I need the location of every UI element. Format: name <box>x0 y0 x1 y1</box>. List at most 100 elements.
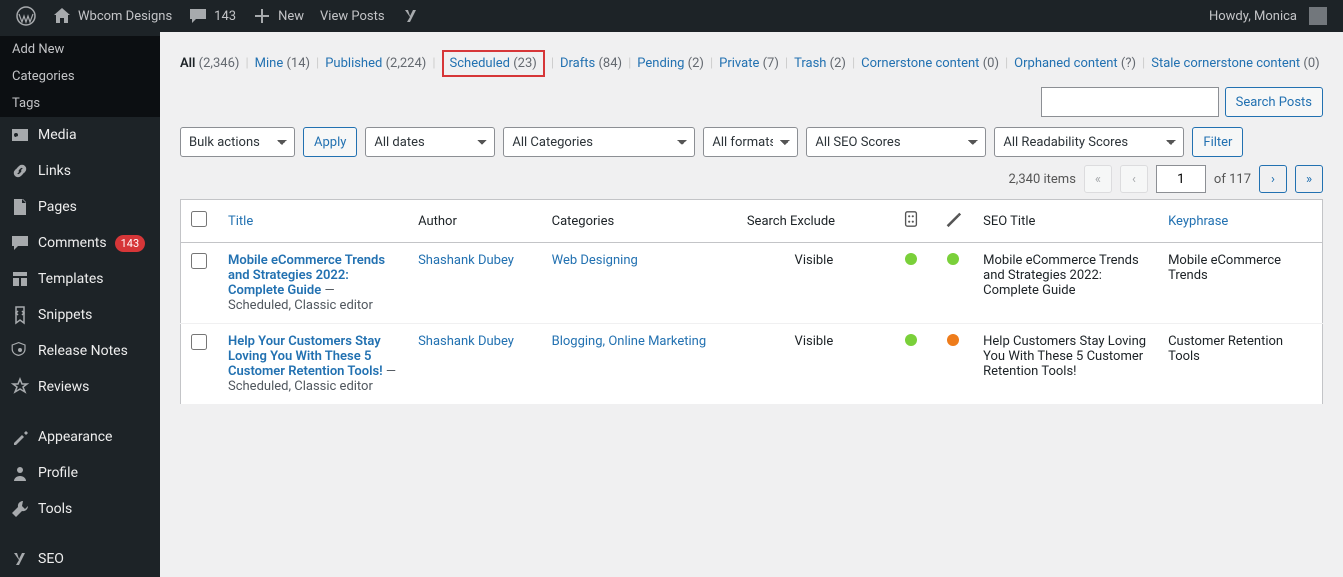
sidebar-item[interactable]: Templates <box>0 261 160 297</box>
apply-button[interactable]: Apply <box>303 127 357 157</box>
sidebar-item[interactable]: Reviews <box>0 369 160 405</box>
page-total: of 117 <box>1214 172 1251 187</box>
keyphrase: Customer Retention Tools <box>1158 324 1322 405</box>
first-page[interactable]: « <box>1084 165 1112 193</box>
seo-title: Help Customers Stay Loving You With Thes… <box>973 324 1158 405</box>
sidebar-item[interactable]: Tools <box>0 491 160 527</box>
filter-link[interactable]: Private (7) <box>719 56 779 71</box>
sidebar-item[interactable]: SEO <box>0 541 160 577</box>
bulk-actions-row: Bulk actions Apply All dates All Categor… <box>180 127 1323 157</box>
pagination: 2,340 items « ‹ of 117 › » <box>180 165 1323 193</box>
menu-icon <box>10 549 30 569</box>
sidebar-item-label: Profile <box>38 465 78 481</box>
menu-icon <box>10 499 30 519</box>
sidebar-item[interactable]: Comments143 <box>0 225 160 261</box>
menu-icon <box>10 305 30 325</box>
readability-dot <box>947 253 959 265</box>
menu-icon <box>10 341 30 361</box>
filter-link[interactable]: Published (2,224) <box>325 56 426 71</box>
filter-link[interactable]: Cornerstone content (0) <box>861 56 999 71</box>
menu-icon <box>10 463 30 483</box>
seo-select[interactable]: All SEO Scores <box>806 127 986 157</box>
filter-link[interactable]: All (2,346) <box>180 56 239 71</box>
sidebar-item[interactable]: Pages <box>0 189 160 225</box>
howdy-user[interactable]: Howdy, Monica <box>1201 0 1335 32</box>
posts-table: Title Author Categories Search Exclude S… <box>180 199 1323 405</box>
menu-icon <box>10 161 30 181</box>
categories-select[interactable]: All Categories <box>503 127 695 157</box>
category-link[interactable]: Web Designing <box>552 253 638 268</box>
sidebar-item[interactable]: Media <box>0 117 160 153</box>
author-link[interactable]: Shashank Dubey <box>418 334 514 349</box>
comments-bubble[interactable]: 143 <box>180 0 244 32</box>
bulk-actions-select[interactable]: Bulk actions <box>180 127 295 157</box>
sidebar-item[interactable]: Snippets <box>0 297 160 333</box>
search-exclude: Visible <box>737 243 891 324</box>
site-name[interactable]: Wbcom Designs <box>44 0 180 32</box>
next-page[interactable]: › <box>1259 165 1287 193</box>
filter-link[interactable]: Stale cornerstone content (0) <box>1151 56 1319 71</box>
dates-select[interactable]: All dates <box>365 127 495 157</box>
col-author: Author <box>408 200 542 243</box>
seo-title: Mobile eCommerce Trends and Strategies 2… <box>973 243 1158 324</box>
new-content[interactable]: New <box>244 0 312 32</box>
menu-icon <box>10 377 30 397</box>
admin-topbar: Wbcom Designs 143 New View Posts Howdy, … <box>0 0 1343 32</box>
sidebar-item-label: Appearance <box>38 429 112 445</box>
select-all[interactable] <box>191 211 207 227</box>
col-categories: Categories <box>542 200 737 243</box>
sidebar-item-label: Media <box>38 127 77 143</box>
sidebar-sub[interactable]: Tags <box>0 90 160 117</box>
post-title-link[interactable]: Mobile eCommerce Trends and Strategies 2… <box>228 253 385 298</box>
row-checkbox[interactable] <box>191 334 207 350</box>
admin-sidebar: Add NewCategoriesTags Media Links Pages Com… <box>0 32 160 577</box>
col-keyphrase[interactable]: Keyphrase <box>1168 214 1228 229</box>
search-button[interactable]: Search Posts <box>1225 87 1323 117</box>
search-input[interactable] <box>1041 87 1219 117</box>
filter-link[interactable]: Drafts (84) <box>560 56 622 71</box>
yoast-icon[interactable] <box>393 0 429 32</box>
sidebar-item[interactable]: Release Notes <box>0 333 160 369</box>
sidebar-item-label: Templates <box>38 271 104 287</box>
seo-dot <box>905 334 917 346</box>
filter-link[interactable]: Trash (2) <box>794 56 846 71</box>
filter-link[interactable]: Scheduled (23) <box>442 50 545 77</box>
filter-link[interactable]: Mine (14) <box>255 56 310 71</box>
main-content: All (2,346)|Mine (14)|Published (2,224)|… <box>160 32 1343 577</box>
col-title[interactable]: Title <box>228 214 253 229</box>
sidebar-item[interactable]: Profile <box>0 455 160 491</box>
filter-link[interactable]: Orphaned content (?) <box>1014 56 1136 71</box>
readability-select[interactable]: All Readability Scores <box>994 127 1184 157</box>
prev-page[interactable]: ‹ <box>1120 165 1148 193</box>
search-exclude: Visible <box>737 324 891 405</box>
col-readability <box>932 200 973 243</box>
last-page[interactable]: » <box>1295 165 1323 193</box>
row-checkbox[interactable] <box>191 253 207 269</box>
sidebar-item-label: Links <box>38 163 71 179</box>
sidebar-item-label: Reviews <box>38 379 89 395</box>
sidebar-sub[interactable]: Categories <box>0 63 160 90</box>
filter-link[interactable]: Pending (2) <box>637 56 704 71</box>
sidebar-item[interactable]: Links <box>0 153 160 189</box>
wp-logo[interactable] <box>8 0 44 32</box>
sidebar-item-label: Release Notes <box>38 343 128 359</box>
menu-icon <box>10 269 30 289</box>
sidebar-item-label: Snippets <box>38 307 92 323</box>
status-filters: All (2,346)|Mine (14)|Published (2,224)|… <box>180 50 1323 77</box>
menu-icon <box>10 427 30 447</box>
sidebar-item-label: Pages <box>38 199 77 215</box>
post-title-link[interactable]: Help Your Customers Stay Loving You With… <box>228 334 383 379</box>
sidebar-item[interactable]: Appearance <box>0 419 160 455</box>
category-link[interactable]: Blogging, Online Marketing <box>552 334 707 349</box>
table-row: Help Your Customers Stay Loving You With… <box>181 324 1323 405</box>
col-seo-title: SEO Title <box>973 200 1158 243</box>
count-badge: 143 <box>115 235 146 252</box>
filter-button[interactable]: Filter <box>1192 127 1243 157</box>
view-posts[interactable]: View Posts <box>312 0 393 32</box>
keyphrase: Mobile eCommerce Trends <box>1158 243 1322 324</box>
page-number[interactable] <box>1156 165 1206 193</box>
sidebar-sub[interactable]: Add New <box>0 36 160 63</box>
seo-dot <box>905 253 917 265</box>
formats-select[interactable]: All formats <box>703 127 798 157</box>
author-link[interactable]: Shashank Dubey <box>418 253 514 268</box>
